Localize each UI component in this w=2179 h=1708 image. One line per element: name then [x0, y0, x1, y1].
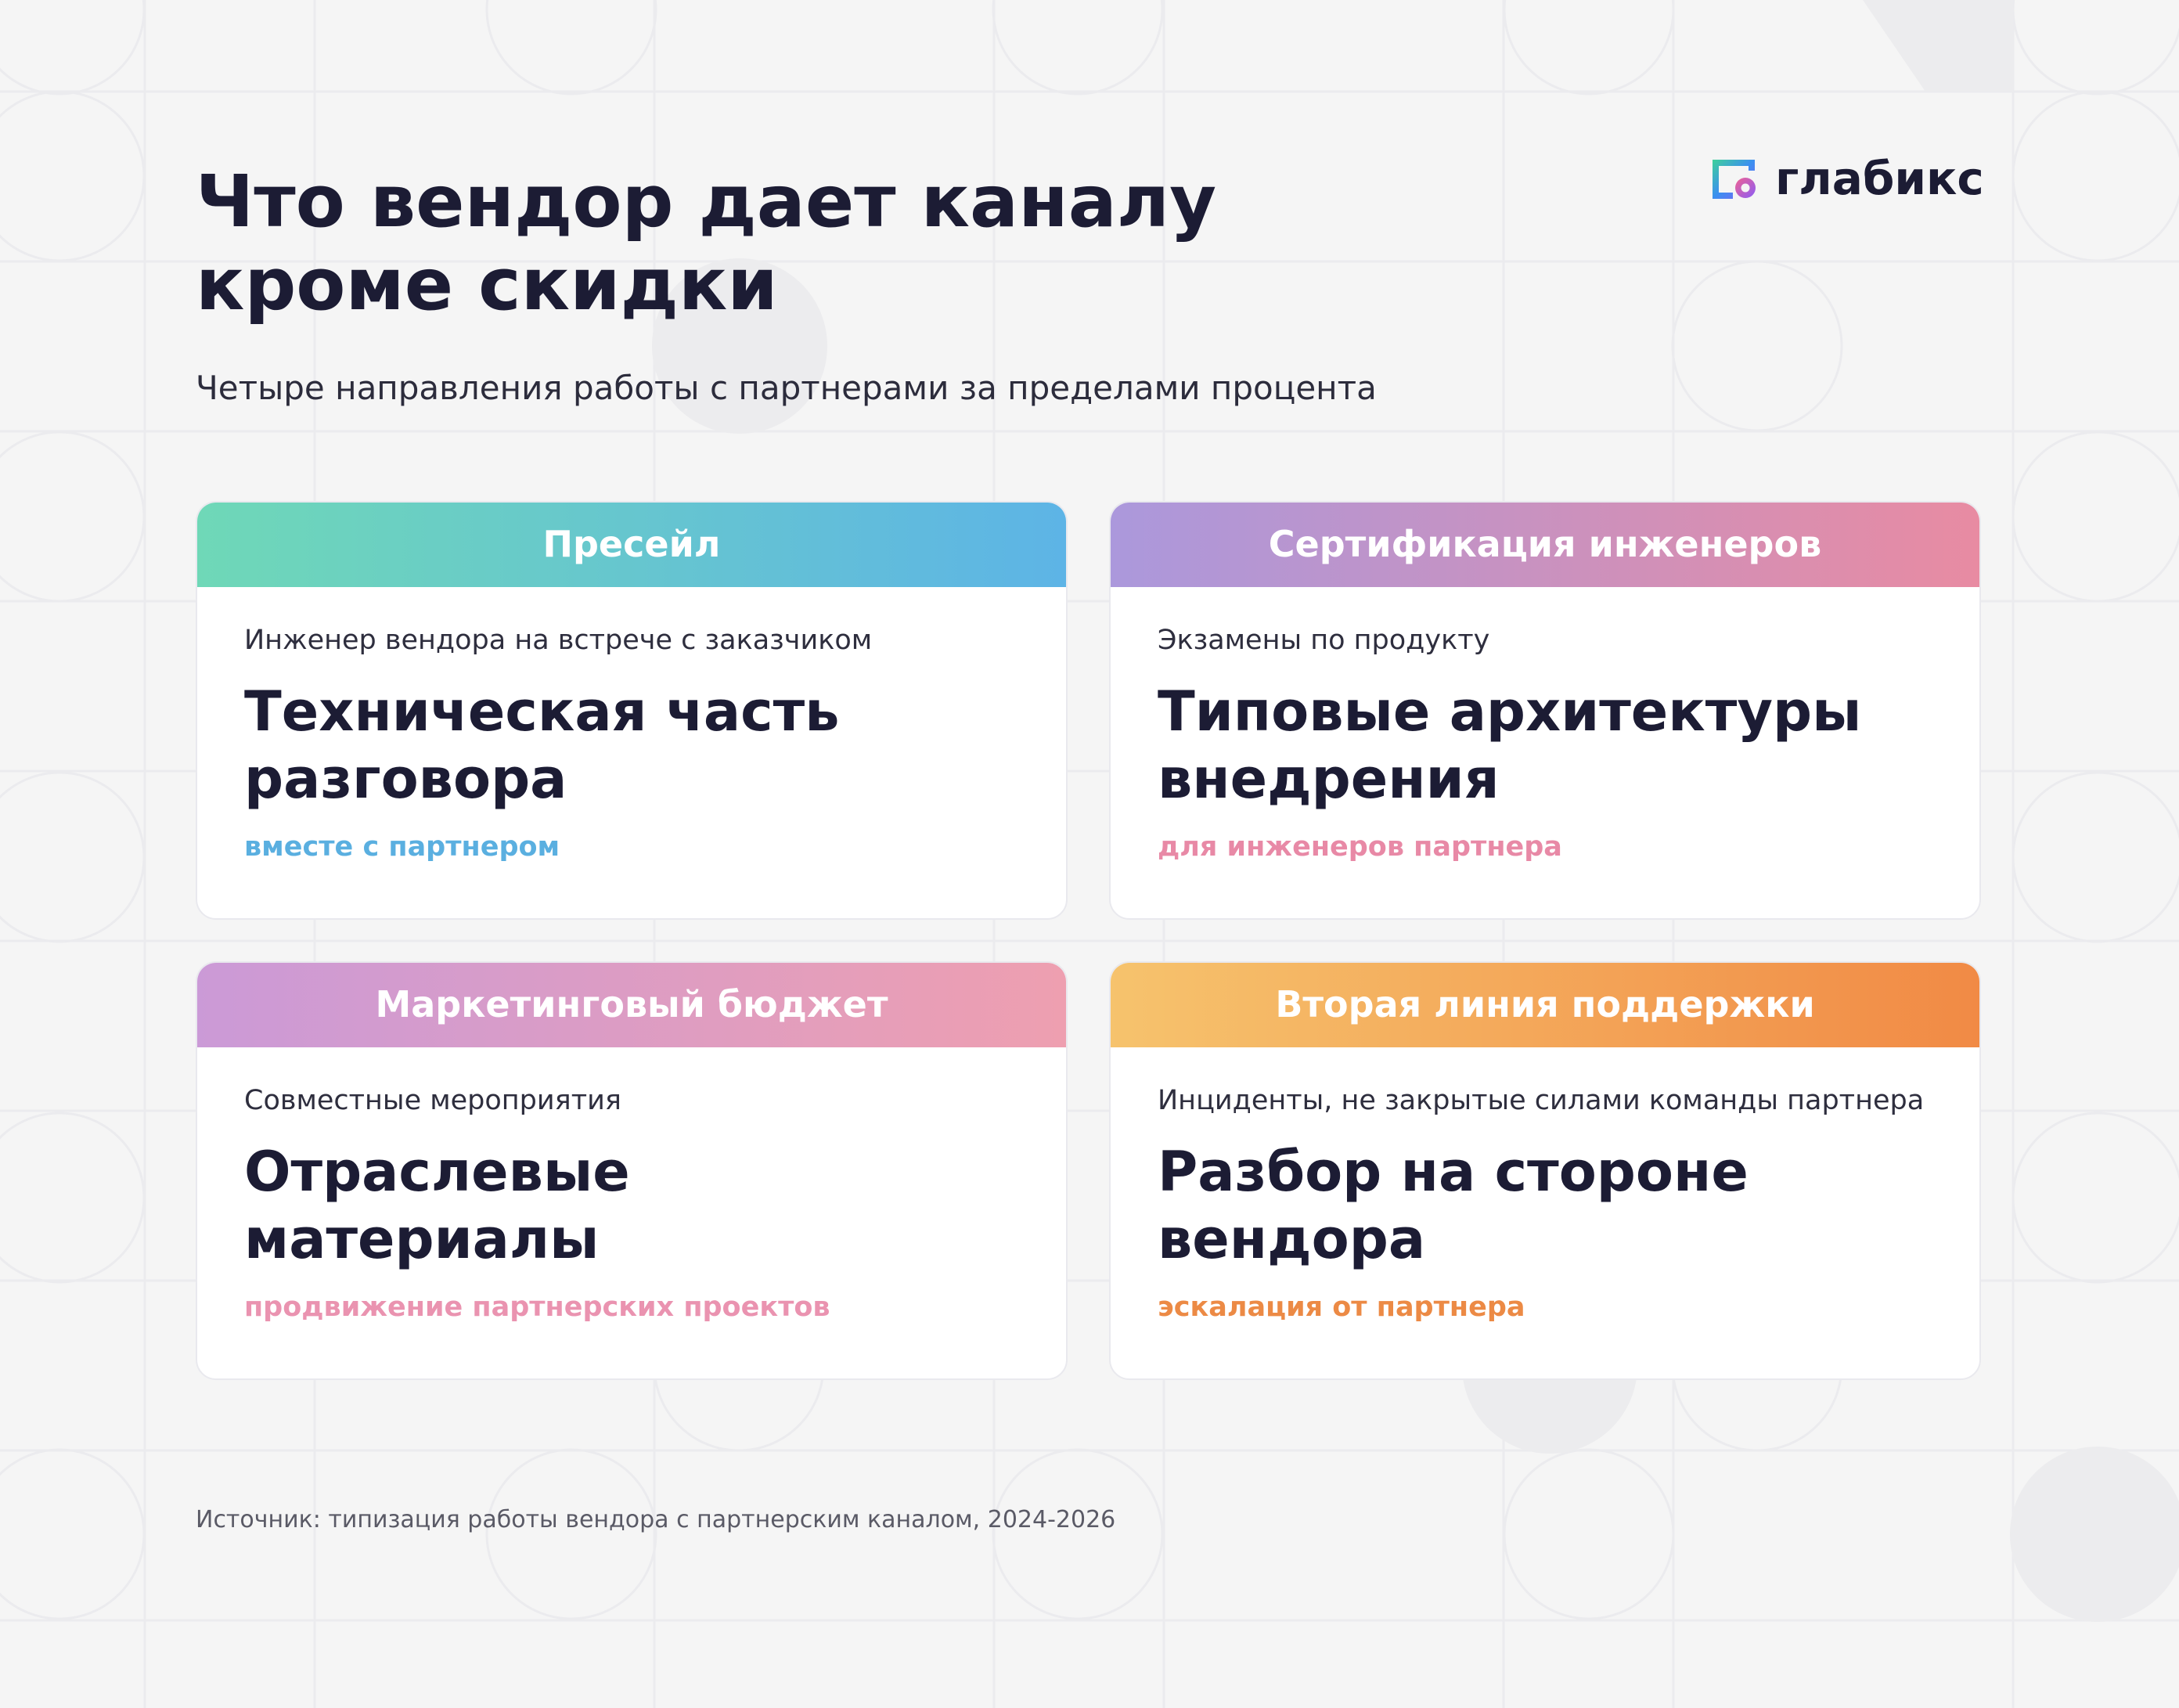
card-heading: Техническая часть разговора	[244, 679, 840, 811]
card-label: Совместные мероприятия	[244, 1085, 621, 1116]
logo-text: глабикс	[1775, 152, 1984, 205]
card-header: Сертификация инженеров	[1111, 503, 1979, 587]
card-marketing: Маркетинговый бюджет Совместные мероприя…	[196, 961, 1068, 1380]
card-header: Вторая линия поддержки	[1111, 963, 1979, 1047]
card-note: продвижение партнерских проектов	[244, 1292, 830, 1323]
card-note: для инженеров партнера	[1158, 831, 1562, 863]
card-body: Инженер вендора на встрече с заказчиком …	[197, 623, 1066, 864]
page-title: Что вендор дает каналу кроме скидки	[196, 160, 1217, 326]
card-certification: Сертификация инженеров Экзамены по проду…	[1109, 501, 1981, 920]
page: Что вендор дает каналу кроме скидки Четы…	[0, 0, 2179, 1708]
card-heading: Отраслевые материалы	[244, 1140, 630, 1271]
page-subtitle: Четыре направления работы с партнерами з…	[196, 369, 1377, 407]
card-support: Вторая линия поддержки Инциденты, не зак…	[1109, 961, 1981, 1380]
source-note: Источник: типизация работы вендора с пар…	[196, 1506, 1116, 1533]
card-presale: Пресейл Инженер вендора на встрече с зак…	[196, 501, 1068, 920]
card-label: Инженер вендора на встрече с заказчиком	[244, 625, 873, 656]
card-heading: Типовые архитектуры внедрения	[1158, 679, 1862, 811]
card-note: вместе с партнером	[244, 831, 560, 863]
glabix-logo-icon	[1713, 160, 1756, 199]
card-header: Пресейл	[197, 503, 1066, 587]
brand-logo[interactable]: глабикс	[1709, 153, 1984, 204]
card-body: Совместные мероприятия Отраслевые матери…	[197, 1083, 1066, 1324]
card-label: Инциденты, не закрытые силами команды па…	[1158, 1085, 1925, 1116]
card-body: Инциденты, не закрытые силами команды па…	[1111, 1083, 1979, 1324]
card-header: Маркетинговый бюджет	[197, 963, 1066, 1047]
card-heading: Разбор на стороне вендора	[1158, 1140, 1749, 1271]
card-label: Экзамены по продукту	[1158, 625, 1490, 656]
card-note: эскалация от партнера	[1158, 1292, 1525, 1323]
card-body: Экзамены по продукту Типовые архитектуры…	[1111, 623, 1979, 864]
